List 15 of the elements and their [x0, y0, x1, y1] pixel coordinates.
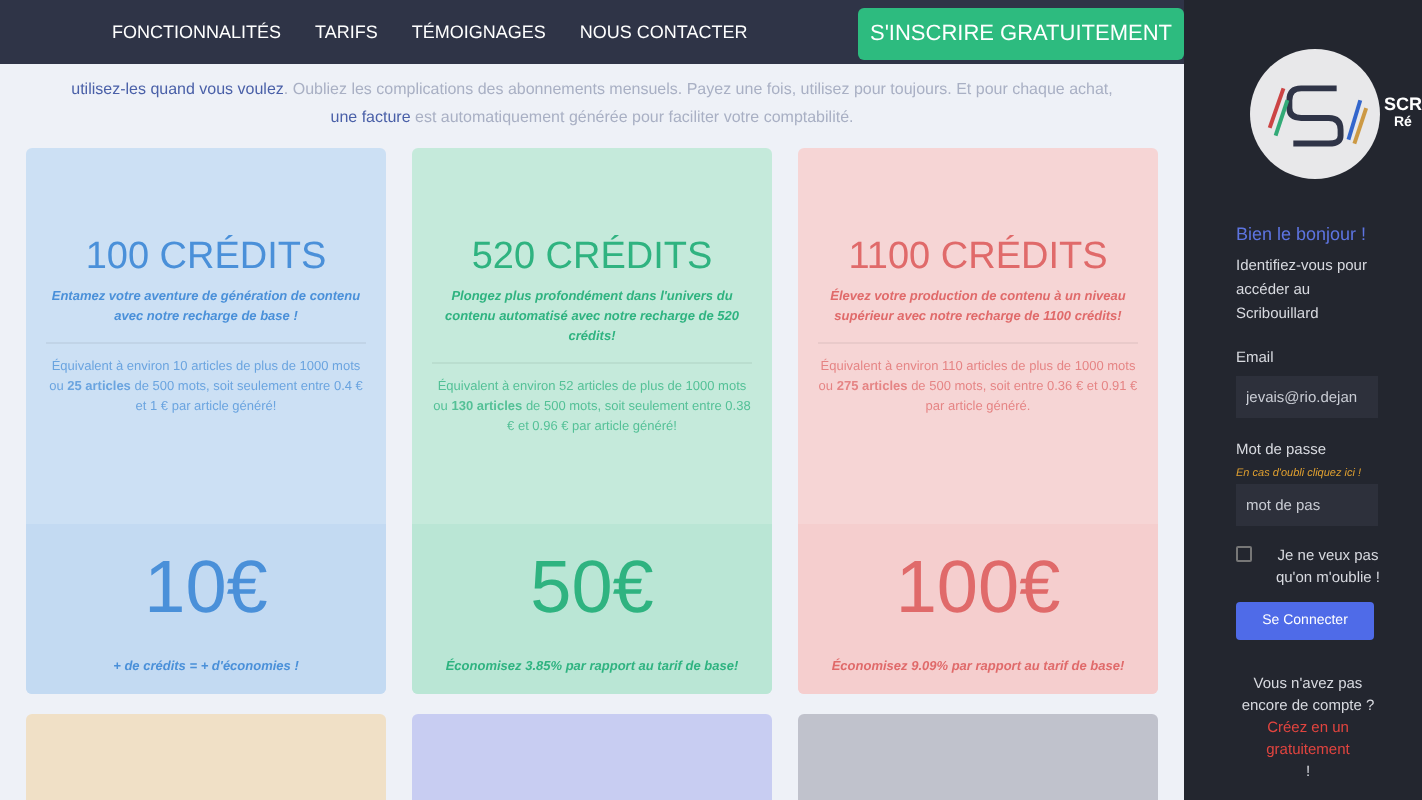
- plan-price: 100€: [895, 546, 1061, 630]
- greeting: Bien le bonjour !: [1236, 224, 1369, 244]
- plan-price: 10€: [144, 546, 268, 630]
- plan-title: 520 CRÉDITS: [471, 236, 713, 280]
- nav-link[interactable]: TÉMOIGNAGES: [411, 22, 546, 42]
- brand-name: SCR: [1383, 96, 1422, 114]
- plan-title: 1100 CRÉDITS: [848, 236, 1108, 280]
- logo-icon: [1250, 48, 1380, 180]
- nav-link[interactable]: FONCTIONNALITÉS: [112, 22, 282, 42]
- nav-link[interactable]: NOUS CONTACTER: [579, 22, 748, 42]
- plan-title: 100 CRÉDITS: [85, 236, 327, 280]
- intro-text: utilisez-les quand vous voulez. Oubliez les complications des abonnements mensuels. Payez une fois, utilisez pour toujours. Et pour chaque achat, une facture est automatiquement générée pour faciliter votre comptabilité.: [69, 78, 1115, 130]
- plan-price: 50€: [530, 546, 654, 630]
- nav-link[interactable]: TARIFS: [315, 22, 378, 42]
- remember-checkbox[interactable]: [1236, 546, 1252, 562]
